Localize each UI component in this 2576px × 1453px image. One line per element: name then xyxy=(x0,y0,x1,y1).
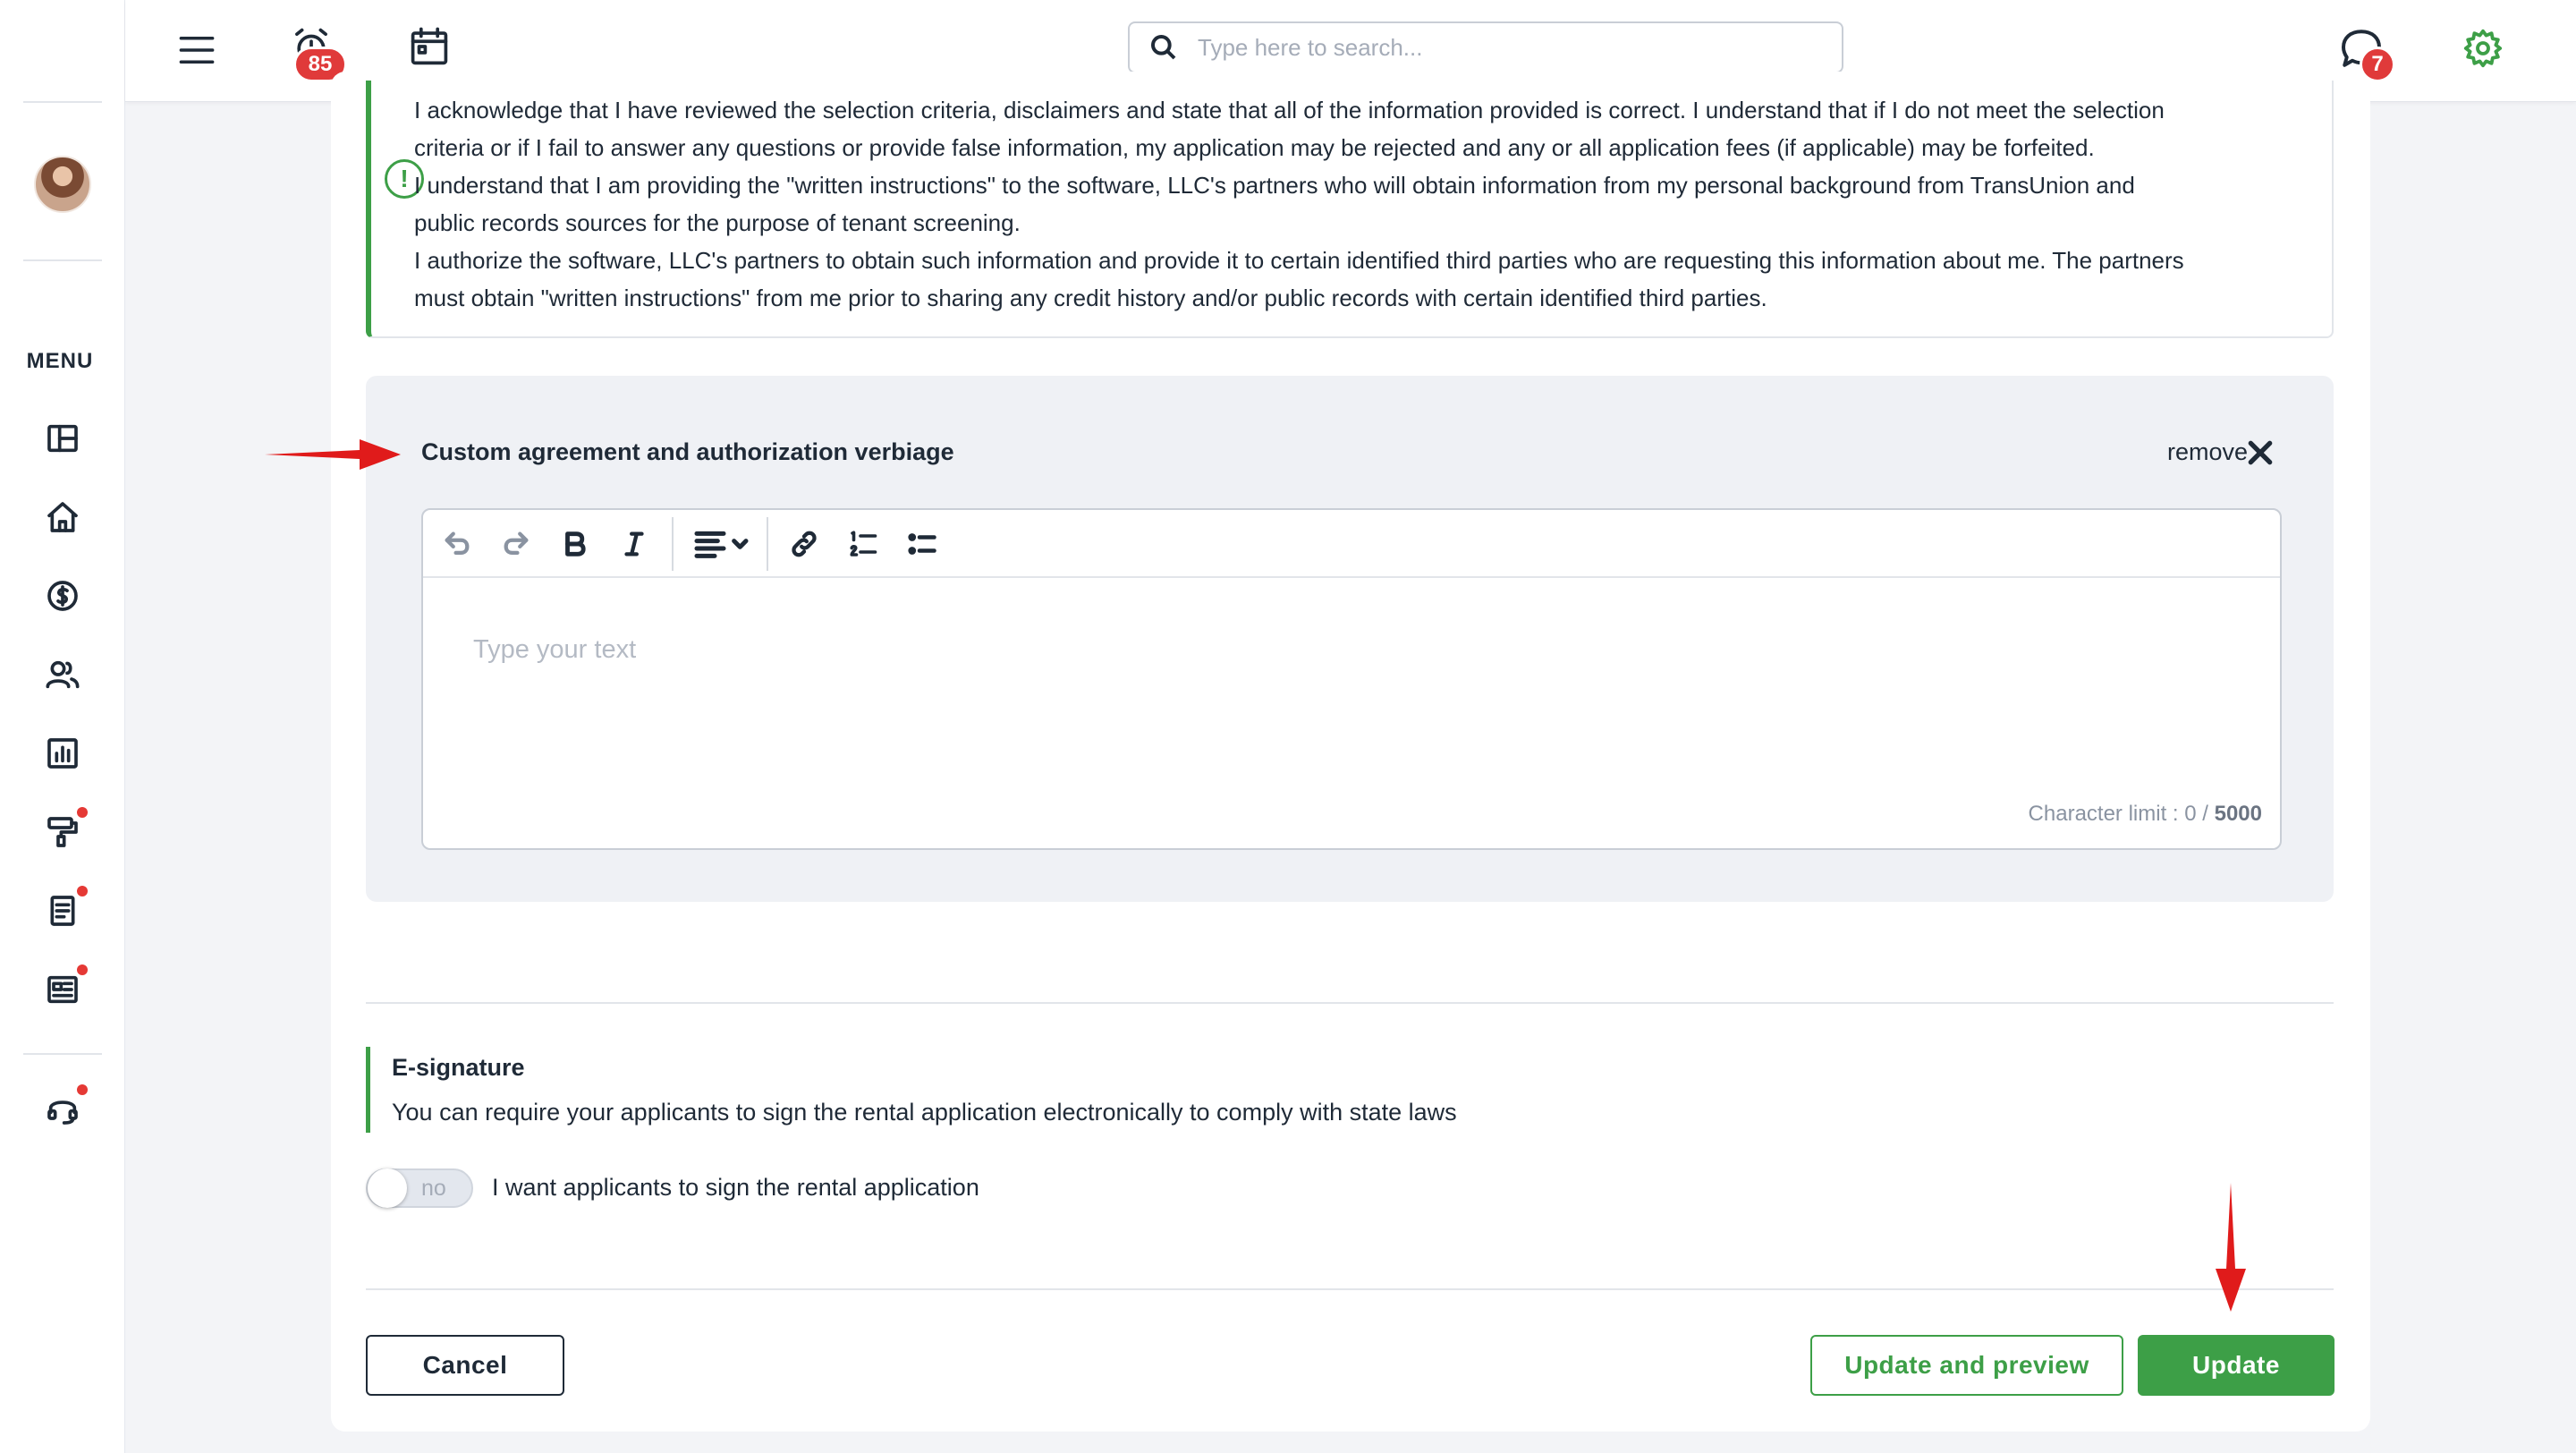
bold-icon xyxy=(565,531,586,557)
annotation-arrow-down xyxy=(2216,1183,2246,1312)
esignature-description: You can require your applicants to sign … xyxy=(392,1099,1457,1126)
hamburger-menu-button[interactable] xyxy=(172,25,222,75)
undo-icon xyxy=(445,531,470,556)
document-icon xyxy=(50,896,75,926)
dashboard-icon xyxy=(47,424,78,453)
bold-button[interactable] xyxy=(555,524,595,564)
disclaimer-line: I authorize the software, LLC's partners… xyxy=(414,247,2184,274)
toggle-label: I want applicants to sign the rental app… xyxy=(492,1174,979,1201)
settings-button[interactable] xyxy=(2456,21,2510,75)
search-input[interactable] xyxy=(1198,33,1806,62)
sidebar-item-people[interactable] xyxy=(41,653,84,696)
calendar-button[interactable] xyxy=(404,21,454,72)
close-icon[interactable] xyxy=(2246,438,2275,467)
menu-label: MENU xyxy=(26,349,94,373)
redo-icon xyxy=(504,531,529,556)
users-icon xyxy=(46,660,80,689)
italic-icon xyxy=(624,531,644,557)
align-left-icon xyxy=(694,531,749,558)
remove-button[interactable]: remove xyxy=(2167,438,2248,466)
sidebar-divider xyxy=(23,101,102,103)
news-icon xyxy=(47,975,78,1004)
section-divider xyxy=(366,1288,2334,1290)
bullet-list-icon xyxy=(908,533,936,555)
home-icon xyxy=(47,502,78,532)
search-bar[interactable] xyxy=(1128,21,1843,73)
gear-icon xyxy=(2463,29,2503,68)
redo-button[interactable] xyxy=(496,524,536,564)
notification-dot xyxy=(77,807,88,818)
disclaimer-line: public records sources for the purpose o… xyxy=(414,209,1021,236)
char-limit-max: 5000 xyxy=(2214,802,2262,826)
sidebar-item-support[interactable] xyxy=(41,1088,84,1131)
custom-agreement-title: Custom agreement and authorization verbi… xyxy=(421,438,954,465)
undo-button[interactable] xyxy=(437,524,477,564)
section-divider xyxy=(366,1002,2334,1004)
editor-placeholder[interactable]: Type your text xyxy=(473,635,636,665)
notification-dot xyxy=(77,886,88,896)
disclaimer-box: ! I acknowledge that I have reviewed the… xyxy=(366,81,2334,338)
esignature-toggle[interactable]: no xyxy=(366,1168,473,1208)
toolbar-separator xyxy=(672,517,674,571)
sidebar-item-maintenance[interactable] xyxy=(41,811,84,854)
disclaimer-line: criteria or if I fail to answer any ques… xyxy=(414,134,2095,161)
esignature-title: E-signature xyxy=(392,1054,525,1081)
disclaimer-line: I acknowledge that I have reviewed the s… xyxy=(414,97,2165,123)
sidebar-item-finance[interactable] xyxy=(41,574,84,617)
support-headset-icon xyxy=(47,1100,78,1125)
link-icon xyxy=(792,531,817,557)
toggle-knob xyxy=(368,1168,407,1208)
search-icon xyxy=(1151,35,1176,60)
dollar-icon xyxy=(47,581,78,611)
paint-roller-icon xyxy=(47,817,78,847)
sidebar-item-listings[interactable] xyxy=(41,968,84,1011)
esignature-section: E-signature You can require your applica… xyxy=(366,1047,1618,1133)
sidebar-item-reports[interactable] xyxy=(41,732,84,775)
ordered-list-button[interactable] xyxy=(843,524,883,564)
link-button[interactable] xyxy=(784,524,824,564)
rich-text-editor[interactable]: Type your text Character limit : 0 / 500… xyxy=(421,508,2282,850)
update-and-preview-button[interactable]: Update and preview xyxy=(1810,1335,2123,1396)
disclaimer-text: I acknowledge that I have reviewed the s… xyxy=(414,91,2319,317)
cancel-button[interactable]: Cancel xyxy=(366,1335,564,1396)
avatar[interactable] xyxy=(34,156,91,213)
disclaimer-line: I understand that I am providing the "wr… xyxy=(414,172,2135,199)
char-limit-label: Character limit : 0 / xyxy=(2028,802,2215,826)
sidebar-item-home[interactable] xyxy=(41,496,84,539)
bullet-list-button[interactable] xyxy=(902,524,942,564)
notification-dot xyxy=(77,1084,88,1095)
italic-button[interactable] xyxy=(614,524,654,564)
sidebar: MENU xyxy=(0,0,125,1453)
sidebar-divider xyxy=(23,259,102,261)
disclaimer-line: must obtain "written instructions" from … xyxy=(414,285,1767,311)
sidebar-item-dashboard[interactable] xyxy=(41,417,84,460)
update-button[interactable]: Update xyxy=(2138,1335,2334,1396)
toggle-state: no xyxy=(421,1176,446,1201)
custom-agreement-section: Custom agreement and authorization verbi… xyxy=(366,376,2334,902)
sidebar-item-documents[interactable] xyxy=(41,889,84,932)
ordered-list-icon xyxy=(850,531,877,557)
editor-toolbar xyxy=(423,510,2280,578)
character-limit: Character limit : 0 / 5000 xyxy=(2029,802,2262,827)
notification-dot xyxy=(77,964,88,975)
toolbar-separator xyxy=(767,517,768,571)
annotation-arrow-right xyxy=(265,439,401,470)
sidebar-divider xyxy=(23,1053,102,1055)
calendar-icon xyxy=(411,27,448,65)
hamburger-icon xyxy=(179,37,215,64)
reports-icon xyxy=(47,738,78,769)
align-dropdown[interactable] xyxy=(688,524,759,564)
